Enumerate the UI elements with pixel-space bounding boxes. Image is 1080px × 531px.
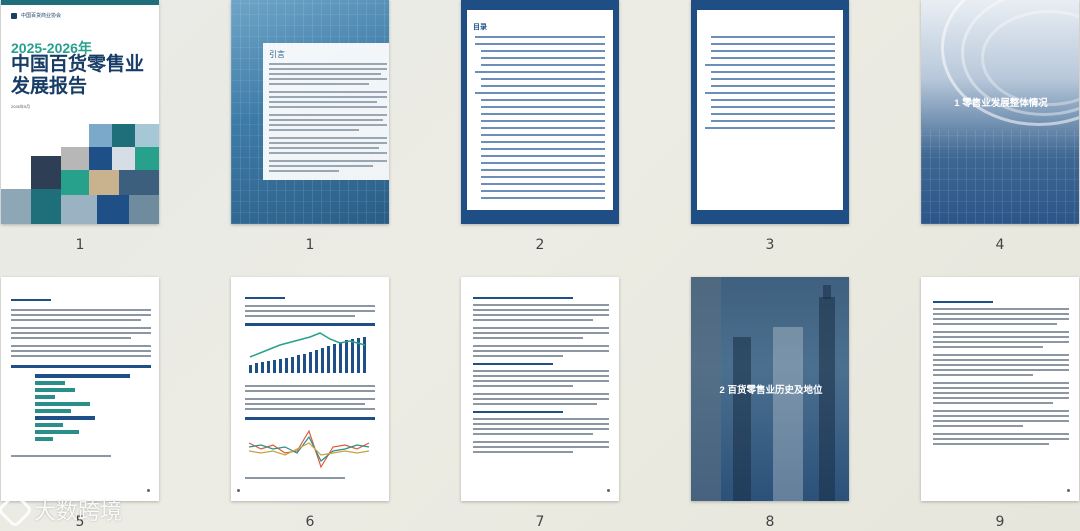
page-thumbnail-section-1[interactable]: 1 零售业发展整体情况 xyxy=(921,0,1079,224)
publisher-logo: 中国百货商业协会 xyxy=(11,12,61,19)
page-label: 3 xyxy=(765,237,775,253)
cover-photo-mosaic xyxy=(1,124,159,224)
section-title: 1 零售业发展整体情况 xyxy=(954,98,1048,109)
page-thumbnail-toc-continued[interactable] xyxy=(691,0,849,224)
page-label: 1 xyxy=(305,237,315,253)
publisher-name: 中国百货商业协会 xyxy=(21,13,62,19)
intro-text-card: 引言 xyxy=(263,43,389,180)
page-thumbnail-section-2[interactable]: 2 百货零售业历史及地位 xyxy=(691,277,849,501)
page-thumbnail-toc[interactable]: 目录 xyxy=(461,0,619,224)
page-thumbnail-9[interactable] xyxy=(921,277,1079,501)
watermark: 大数跨境 xyxy=(0,491,123,529)
watermark-logo-icon xyxy=(0,491,34,529)
cover-title: 中国百货零售业发展报告 xyxy=(11,54,145,97)
page-label: 2 xyxy=(535,237,545,253)
line-chart-thumbnail xyxy=(248,429,370,469)
toc-card: 目录 xyxy=(467,10,613,210)
page-thumbnail-7[interactable] xyxy=(461,277,619,501)
page-thumbnail-6[interactable] xyxy=(231,277,389,501)
page-label: 1 xyxy=(75,237,85,253)
page-thumbnail-intro[interactable]: 引言 xyxy=(231,0,389,224)
page-label: 6 xyxy=(305,514,315,530)
logo-icon xyxy=(11,12,17,19)
cover-top-bar xyxy=(1,0,159,5)
page-label: 4 xyxy=(995,237,1005,253)
page-thumbnail-cover[interactable]: 中国百货商业协会 2025-2026年 中国百货零售业发展报告 2026年5月 xyxy=(1,0,159,224)
cover-date: 2026年5月 xyxy=(11,104,31,109)
toc-heading: 目录 xyxy=(473,24,487,31)
watermark-text: 大数跨境 xyxy=(34,500,123,525)
page-thumbnail-5[interactable] xyxy=(1,277,159,501)
toc-card xyxy=(697,10,843,210)
page-label: 8 xyxy=(765,514,775,530)
page-label: 9 xyxy=(995,514,1005,530)
section-title: 2 百货零售业历史及地位 xyxy=(719,385,823,396)
intro-heading: 引言 xyxy=(269,50,285,59)
combo-chart-thumbnail xyxy=(249,332,366,373)
page-label: 7 xyxy=(535,514,545,530)
